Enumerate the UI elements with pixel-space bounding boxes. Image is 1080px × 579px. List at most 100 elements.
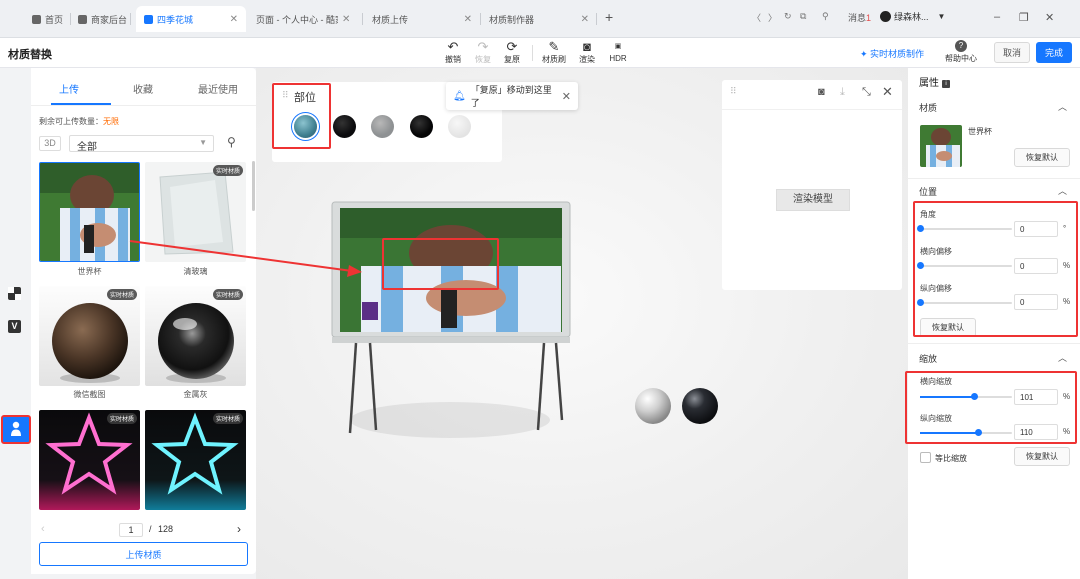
close-tab-icon[interactable]: ✕ — [342, 14, 350, 25]
hdr-label: HDR — [609, 54, 627, 63]
question-icon: ? — [955, 40, 967, 52]
minimize-icon[interactable]: – — [994, 11, 1000, 23]
reset-button[interactable]: ⟳ 复原 — [495, 40, 529, 65]
forward-icon[interactable]: 〉 — [768, 11, 777, 24]
material-label: 金属灰 — [183, 390, 208, 399]
app-header: 材质替换 ↶ 撤销 ↷ 恢复 ⟳ 复原 ✎ 材质刷 ◙ 渲染 ▣ HDR ✦ 实时材质制作 … — [0, 38, 1080, 68]
tab-label: 页面 - 个人中心 - 酷家 — [256, 14, 338, 25]
tab-material-upload[interactable]: 材质上传 ✕ — [372, 9, 472, 29]
divider — [908, 343, 1080, 344]
info-icon[interactable]: i — [942, 80, 950, 88]
next-page-icon[interactable]: › — [237, 522, 241, 536]
cancel-button[interactable]: 取消 — [994, 42, 1030, 63]
realtime-badge: 实时材质 — [212, 289, 243, 300]
tab-divider — [362, 13, 363, 25]
refresh-icon[interactable]: ↻ — [784, 11, 792, 22]
page-input[interactable]: 1 — [119, 523, 143, 537]
scale-section-title: 缩放 — [919, 354, 938, 364]
upload-material-button[interactable]: 上传材质 — [39, 542, 248, 566]
messages-link[interactable]: 消息1 — [848, 11, 871, 24]
restore-material-button[interactable]: 恢复默认 — [1014, 148, 1070, 167]
material-item-world-cup[interactable] — [39, 162, 140, 262]
part-swatch-5[interactable] — [448, 115, 471, 138]
divider — [908, 178, 1080, 179]
part-swatch-3[interactable] — [371, 115, 394, 138]
tab-home[interactable]: 首页 — [32, 9, 63, 29]
restore-scale-button[interactable]: 恢复默认 — [1014, 447, 1070, 466]
part-swatch-4[interactable] — [410, 115, 433, 138]
material-item-cyan-neon[interactable]: 实时材质 — [145, 410, 246, 510]
tab-merchant[interactable]: 商家后台 — [78, 9, 127, 29]
left-rail: V — [0, 68, 31, 579]
upload-quota: 剩余可上传数量：无限 — [39, 116, 119, 127]
close-tab-icon[interactable]: ✕ — [230, 14, 238, 25]
position-section-title: 位置 — [919, 187, 938, 197]
render-label: 渲染 — [579, 55, 595, 64]
new-tab-button[interactable]: + — [605, 7, 613, 27]
help-center-button[interactable]: ? 帮助中心 — [942, 40, 980, 64]
render-button[interactable]: ◙ 渲染 — [570, 40, 604, 65]
part-swatch-2[interactable] — [333, 115, 356, 138]
material-spheres[interactable] — [632, 386, 722, 430]
prev-page-icon[interactable]: ‹ — [41, 523, 45, 535]
drag-handle-icon[interactable]: ⠿ — [730, 86, 737, 97]
tab-recent[interactable]: 最近使用 — [198, 81, 238, 96]
tab-material-maker[interactable]: 材质制作器 ✕ — [489, 9, 589, 29]
material-item-wechat-screenshot[interactable]: 实时材质 — [39, 286, 140, 386]
chevron-up-icon[interactable]: ︿ — [1058, 351, 1067, 364]
material-panel: 上传 收藏 最近使用 剩余可上传数量：无限 3D 全部 ▼ ⚲ 世界杯 实时材质 … — [31, 68, 256, 574]
search-icon[interactable]: ⚲ — [822, 11, 829, 22]
page-title: 材质替换 — [8, 49, 52, 61]
account-menu[interactable]: 绿森林... ▼ — [880, 10, 945, 23]
material-item-pink-neon[interactable]: 实时材质 — [39, 410, 140, 510]
v-icon[interactable]: V — [8, 320, 21, 333]
material-brush-button[interactable]: ✎ 材质刷 — [537, 40, 571, 65]
tab-personal-center[interactable]: 页面 - 个人中心 - 酷家 ✕ — [256, 9, 356, 29]
bell-icon: 🔔︎ — [453, 90, 466, 102]
close-tab-icon[interactable]: ✕ — [581, 14, 589, 25]
world-cup-image — [40, 163, 139, 261]
checker-icon[interactable] — [8, 287, 21, 300]
material-item-metal-grey[interactable]: 实时材质 — [145, 286, 246, 386]
close-icon[interactable]: ✕ — [882, 84, 893, 100]
collapse-icon[interactable]: ⤡ — [862, 86, 871, 99]
close-window-icon[interactable]: ✕ — [1045, 11, 1054, 24]
close-icon[interactable]: ✕ — [562, 90, 571, 103]
current-material-thumb — [920, 125, 962, 167]
page-separator: / — [149, 524, 152, 534]
tab-favorites[interactable]: 收藏 — [133, 81, 153, 96]
tab-upload[interactable]: 上传 — [59, 81, 79, 96]
3d-toggle[interactable]: 3D — [39, 136, 61, 151]
reset-icon: ⟳ — [506, 39, 518, 54]
plus-icon: + — [605, 9, 614, 25]
list-scrollbar[interactable] — [252, 161, 255, 211]
category-select[interactable]: 全部 ▼ — [69, 135, 214, 153]
hdr-button[interactable]: ▣ HDR — [601, 40, 635, 63]
download-icon[interactable]: ⤓ — [840, 86, 845, 99]
undo-button[interactable]: ↶ 撤销 — [436, 40, 470, 65]
proportional-checkbox[interactable] — [920, 452, 931, 463]
realtime-badge: 实时材质 — [212, 165, 243, 176]
page-total: 128 — [158, 524, 174, 534]
restore-window-icon[interactable]: ❐ — [1019, 11, 1029, 24]
render-preview-panel: ⠿ ◙ ⤓ ⤡ ✕ 渲染模型 — [722, 80, 902, 290]
tv-model[interactable] — [326, 198, 586, 448]
tab-siji-huacheng[interactable]: 四季花城 ✕ — [136, 6, 246, 32]
chevron-up-icon[interactable]: ︿ — [1058, 184, 1067, 197]
render-model-button[interactable]: 渲染模型 — [776, 189, 850, 211]
camera-icon[interactable]: ◙ — [818, 86, 825, 98]
done-button[interactable]: 完成 — [1036, 42, 1072, 63]
back-icon[interactable]: 〈 — [752, 11, 761, 24]
3d-canvas[interactable]: ⠿ 部位 🔔︎ 「复原」移动到这里了 ✕ ⠿ ◙ ⤓ ⤡ ✕ 渲染模型 — [256, 68, 908, 579]
search-icon[interactable]: ⚲ — [227, 135, 236, 149]
page-icon — [144, 14, 153, 24]
close-tab-icon[interactable]: ✕ — [464, 14, 472, 25]
tab-divider — [31, 105, 256, 106]
realtime-material-link[interactable]: ✦ 实时材质制作 — [860, 47, 924, 60]
account-name: 绿森林... — [894, 12, 929, 22]
realtime-badge: 实时材质 — [106, 289, 137, 300]
copy-icon[interactable]: ⧉ — [800, 11, 806, 22]
material-item-clear-glass[interactable]: 实时材质 — [145, 162, 246, 262]
material-replace-rail-button[interactable] — [1, 415, 31, 444]
chevron-up-icon[interactable]: ︿ — [1058, 100, 1067, 113]
